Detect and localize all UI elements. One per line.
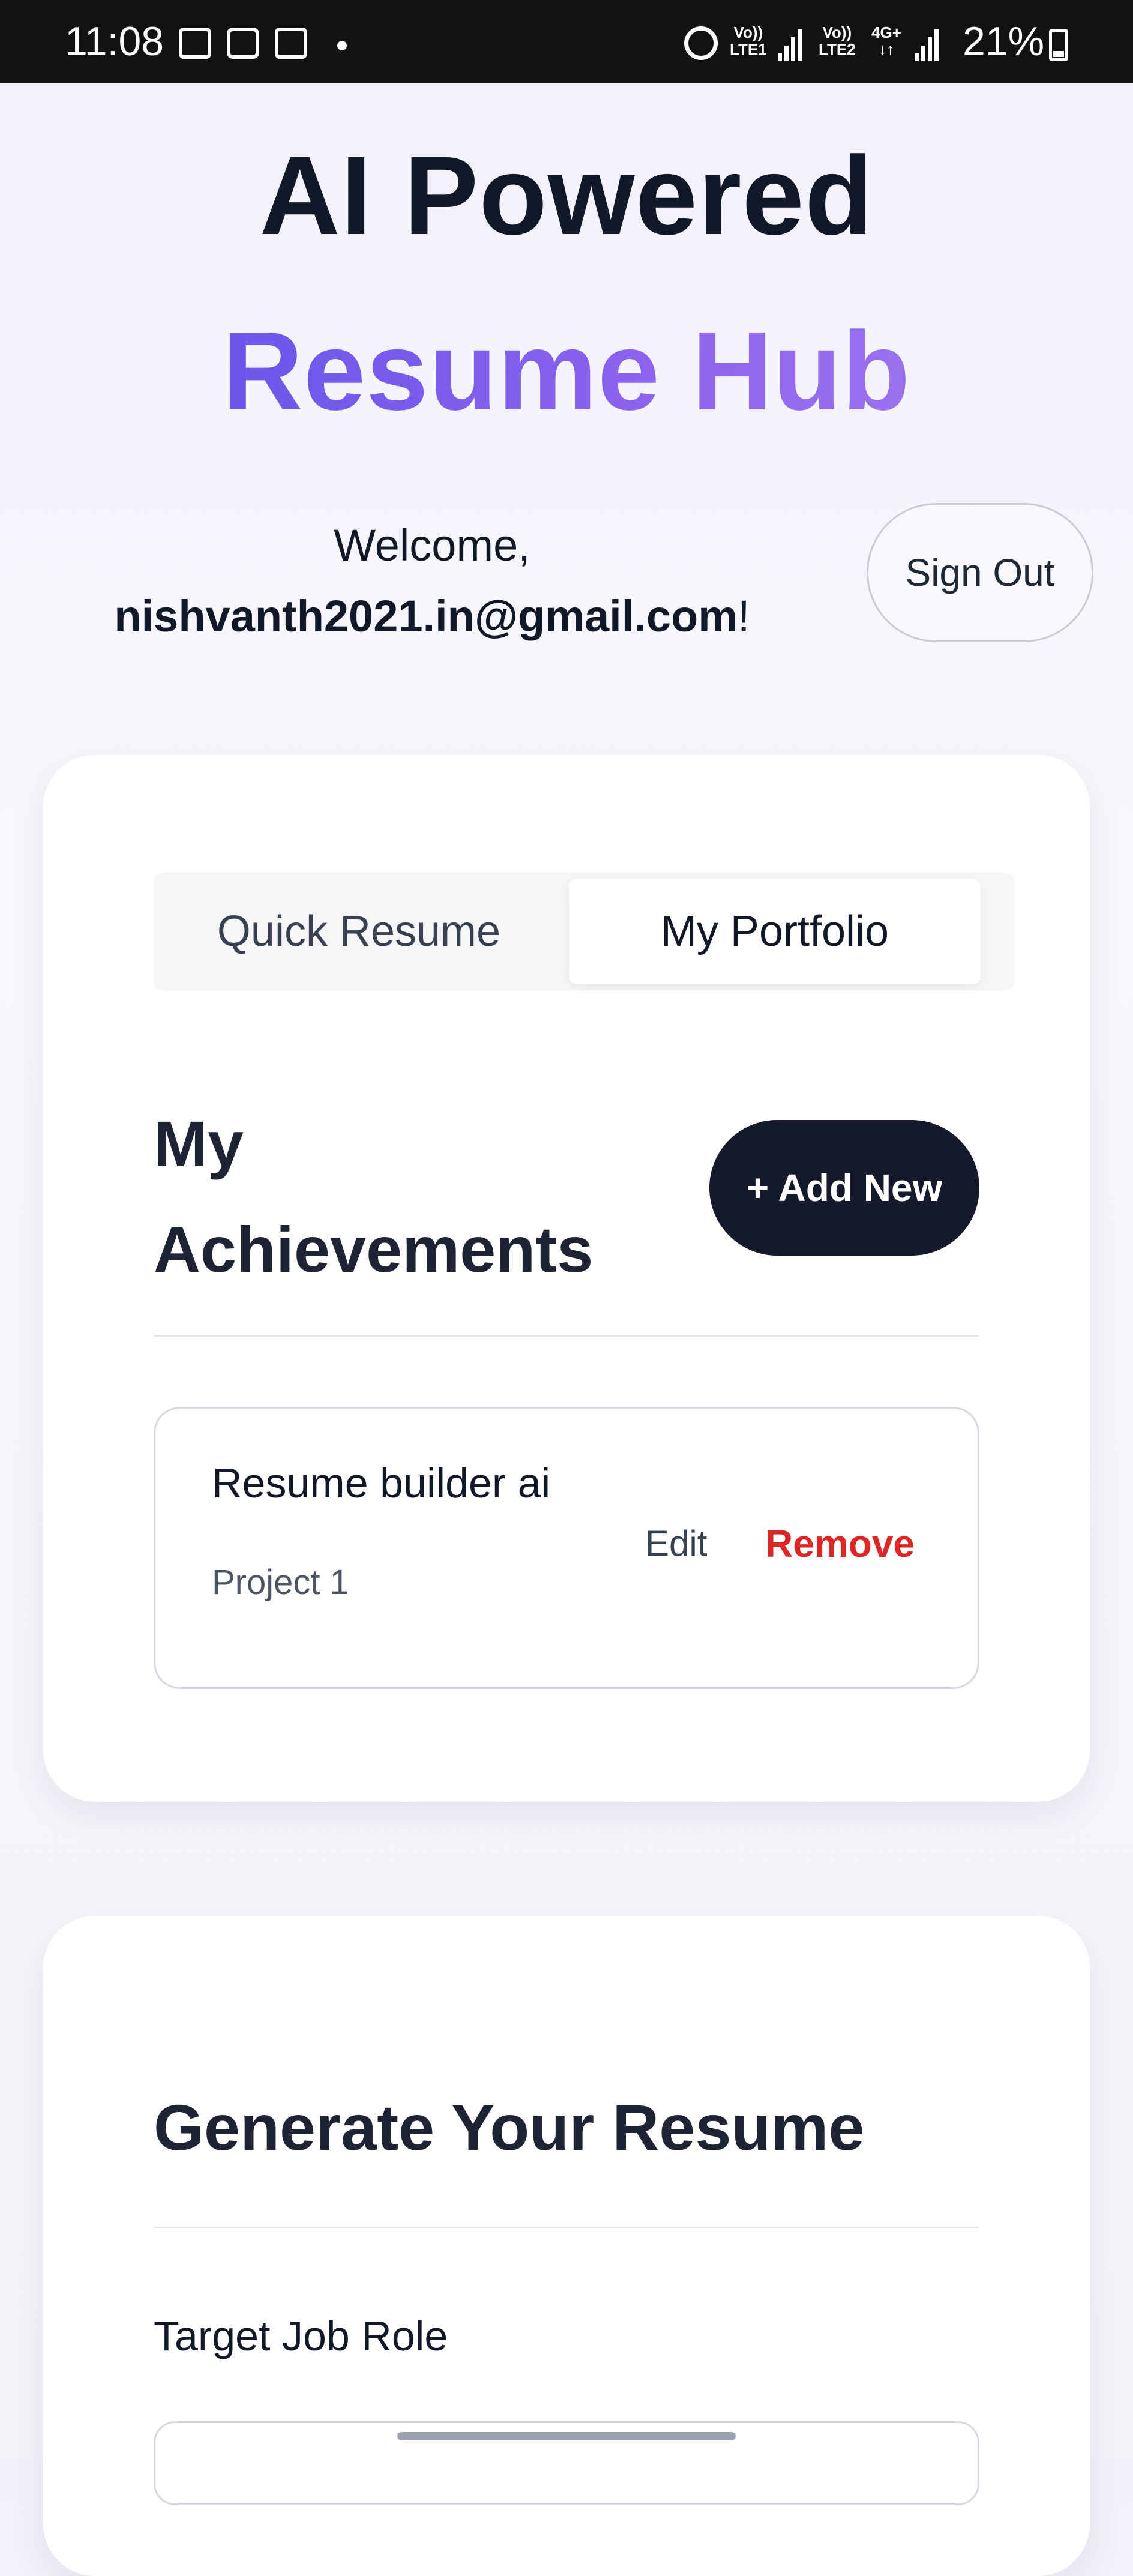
remove-button[interactable]: Remove [765, 1521, 915, 1566]
edit-button[interactable]: Edit [645, 1523, 707, 1564]
user-email: nishvanth2021.in@gmail.com [114, 591, 738, 641]
alarm-icon [684, 26, 718, 60]
add-new-button[interactable]: + Add New [709, 1120, 979, 1256]
network-lte2-label: Vo)) LTE2 [819, 23, 856, 58]
tab-bar: Quick Resume My Portfolio [154, 873, 1014, 990]
network-lte1-label: Vo)) LTE1 [730, 23, 767, 58]
achievement-item: Resume builder ai Project 1 Edit Remove [154, 1407, 979, 1689]
welcome-message: Welcome, nishvanth2021.in@gmail.com! [96, 510, 768, 652]
divider [154, 2227, 979, 2228]
welcome-suffix: ! [738, 591, 750, 641]
welcome-prefix: Welcome, [334, 520, 530, 570]
achievements-heading: My Achievements [154, 1107, 594, 1286]
notification-dot-icon [337, 41, 347, 50]
image-sync-icon [275, 28, 307, 59]
divider [154, 1335, 979, 1337]
generate-heading: Generate Your Resume [154, 2091, 865, 2164]
target-job-role-label: Target Job Role [154, 2313, 448, 2359]
tab-my-portfolio[interactable]: My Portfolio [569, 879, 981, 984]
gallery-icon [179, 28, 211, 59]
voicemail-icon [227, 28, 259, 59]
clock: 11:08 [65, 19, 164, 64]
portfolio-card: Quick Resume My Portfolio My Achievement… [43, 755, 1090, 1802]
status-bar: 11:08 Vo)) LTE1 Vo)) LTE2 4G+ ↓↑ 21% [0, 0, 1133, 83]
achievement-name: Resume builder ai [212, 1460, 551, 1506]
signal-1-icon [778, 28, 804, 61]
app-title-line2: Resume Hub [0, 307, 1133, 435]
battery-icon [1049, 29, 1068, 61]
tab-quick-resume[interactable]: Quick Resume [154, 873, 564, 990]
network-4g-label: 4G+ ↓↑ [871, 23, 901, 58]
battery-percent: 21% [963, 19, 1045, 64]
generate-resume-card: Generate Your Resume Target Job Role [43, 1916, 1090, 2576]
app-title-line1: AI Powered [259, 134, 874, 258]
sign-out-button[interactable]: Sign Out [867, 503, 1093, 642]
home-indicator[interactable] [397, 2432, 736, 2440]
signal-2-icon [915, 28, 941, 61]
achievement-subtitle: Project 1 [212, 1563, 349, 1602]
